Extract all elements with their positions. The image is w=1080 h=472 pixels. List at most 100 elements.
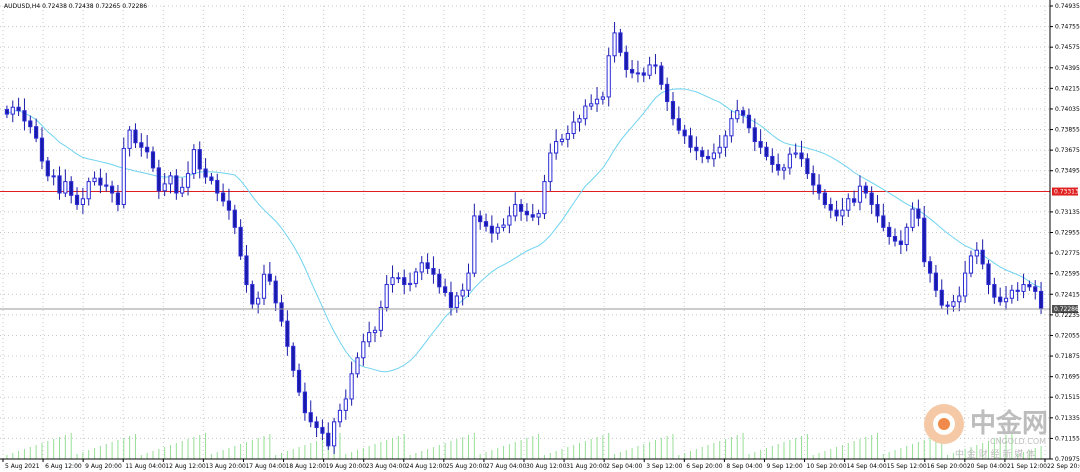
candle-body — [57, 175, 62, 194]
candle-body — [536, 213, 541, 218]
volume-bar — [462, 437, 464, 459]
x-tick-label: 2 Sep 04:00 — [606, 463, 642, 470]
volume-bar — [473, 433, 475, 459]
volume-bar — [584, 441, 586, 459]
x-tick-label: 19 Aug 20:00 — [326, 463, 367, 470]
candle-body — [700, 150, 705, 157]
volume-bar — [555, 451, 557, 459]
volume-bar — [76, 454, 78, 459]
volume-bar — [368, 446, 370, 459]
volume-bar — [386, 440, 388, 459]
candle-body — [104, 184, 109, 187]
candle-body — [892, 236, 898, 242]
candle-body — [764, 146, 769, 157]
candle-body — [279, 302, 284, 322]
candle-body — [28, 120, 33, 128]
candle-body — [332, 421, 337, 447]
volume-bar — [754, 452, 756, 459]
volume-bar — [765, 448, 767, 459]
volume-bar — [134, 434, 136, 459]
candle-body — [635, 72, 641, 75]
candle-body — [197, 149, 202, 170]
volume-bar — [380, 442, 382, 459]
watermark-url: CNGOLD.COM — [990, 437, 1046, 446]
volume-bar — [929, 438, 931, 459]
candle-body — [63, 181, 68, 194]
volume-bar — [310, 443, 312, 459]
candle-body — [542, 181, 547, 215]
candle-body — [583, 105, 588, 120]
candle-body — [51, 175, 56, 178]
candle-body — [454, 295, 459, 308]
volume-bar — [514, 442, 516, 459]
y-tick-label: 0.72415 — [1055, 291, 1080, 298]
candle-body — [478, 215, 483, 223]
candle-body — [226, 200, 232, 211]
volume-bar — [549, 453, 551, 459]
candle-body — [16, 106, 21, 112]
candle-body — [904, 226, 909, 246]
candle-body — [1009, 289, 1014, 299]
candle-body — [589, 103, 594, 107]
candle-body — [881, 215, 886, 228]
candle-body — [571, 121, 576, 135]
candle-body — [828, 203, 833, 211]
volume-bar — [41, 443, 43, 459]
candle-body — [10, 106, 15, 115]
candle-body — [729, 118, 734, 137]
volume-bar — [438, 445, 440, 459]
candle-body — [735, 110, 740, 120]
candle-body — [618, 32, 623, 53]
volume-bar — [678, 455, 680, 459]
volume-bar — [666, 436, 668, 459]
candle-body — [308, 412, 313, 423]
candle-body — [840, 209, 845, 217]
volume-bar — [836, 447, 838, 459]
candle-body — [548, 152, 553, 183]
volume-bar — [806, 434, 808, 459]
candle-body — [507, 215, 512, 226]
volume-bar — [760, 450, 762, 459]
volume-bar — [952, 453, 954, 459]
candle-body — [460, 289, 465, 297]
volume-bar — [701, 447, 703, 459]
volume-bar — [432, 447, 434, 459]
candle-body — [740, 110, 746, 116]
volume-bar — [543, 455, 545, 459]
volume-bar — [152, 451, 154, 459]
volume-bar — [602, 435, 604, 459]
candle-body — [232, 209, 237, 228]
resistance-price-label: 0.73313 — [1054, 189, 1079, 196]
candle-body — [150, 151, 156, 169]
volume-bar — [590, 439, 592, 459]
volume-bar — [240, 444, 242, 459]
candle-body — [682, 129, 687, 137]
x-tick-label: 15 Sep 12:00 — [887, 463, 927, 470]
candle-body — [372, 329, 378, 334]
candle-body — [296, 369, 302, 393]
candle-body — [513, 203, 518, 217]
volume-bar — [356, 450, 358, 459]
candle-body — [45, 160, 50, 177]
candle-body — [554, 141, 559, 154]
candle-body — [121, 147, 126, 205]
y-tick-label: 0.73135 — [1055, 209, 1080, 216]
volume-bar — [882, 454, 884, 459]
candle-body — [466, 272, 471, 291]
volume-bar — [841, 445, 843, 459]
volume-bar — [579, 443, 581, 459]
candle-body — [653, 64, 658, 67]
volume-bar — [421, 451, 423, 459]
candle-body — [875, 203, 880, 217]
volume-bar — [6, 455, 8, 459]
volume-bar — [210, 454, 212, 459]
candle-body — [951, 301, 956, 307]
candle-body — [349, 373, 354, 400]
x-tick-label: 30 Aug 12:00 — [526, 463, 567, 470]
x-tick-label: 9 Aug 20:00 — [85, 463, 122, 470]
candle-body — [530, 214, 535, 218]
candle-body — [816, 184, 822, 194]
candle-body — [957, 295, 962, 303]
x-tick-label: 24 Aug 12:00 — [406, 463, 447, 470]
volume-bar — [403, 434, 405, 459]
